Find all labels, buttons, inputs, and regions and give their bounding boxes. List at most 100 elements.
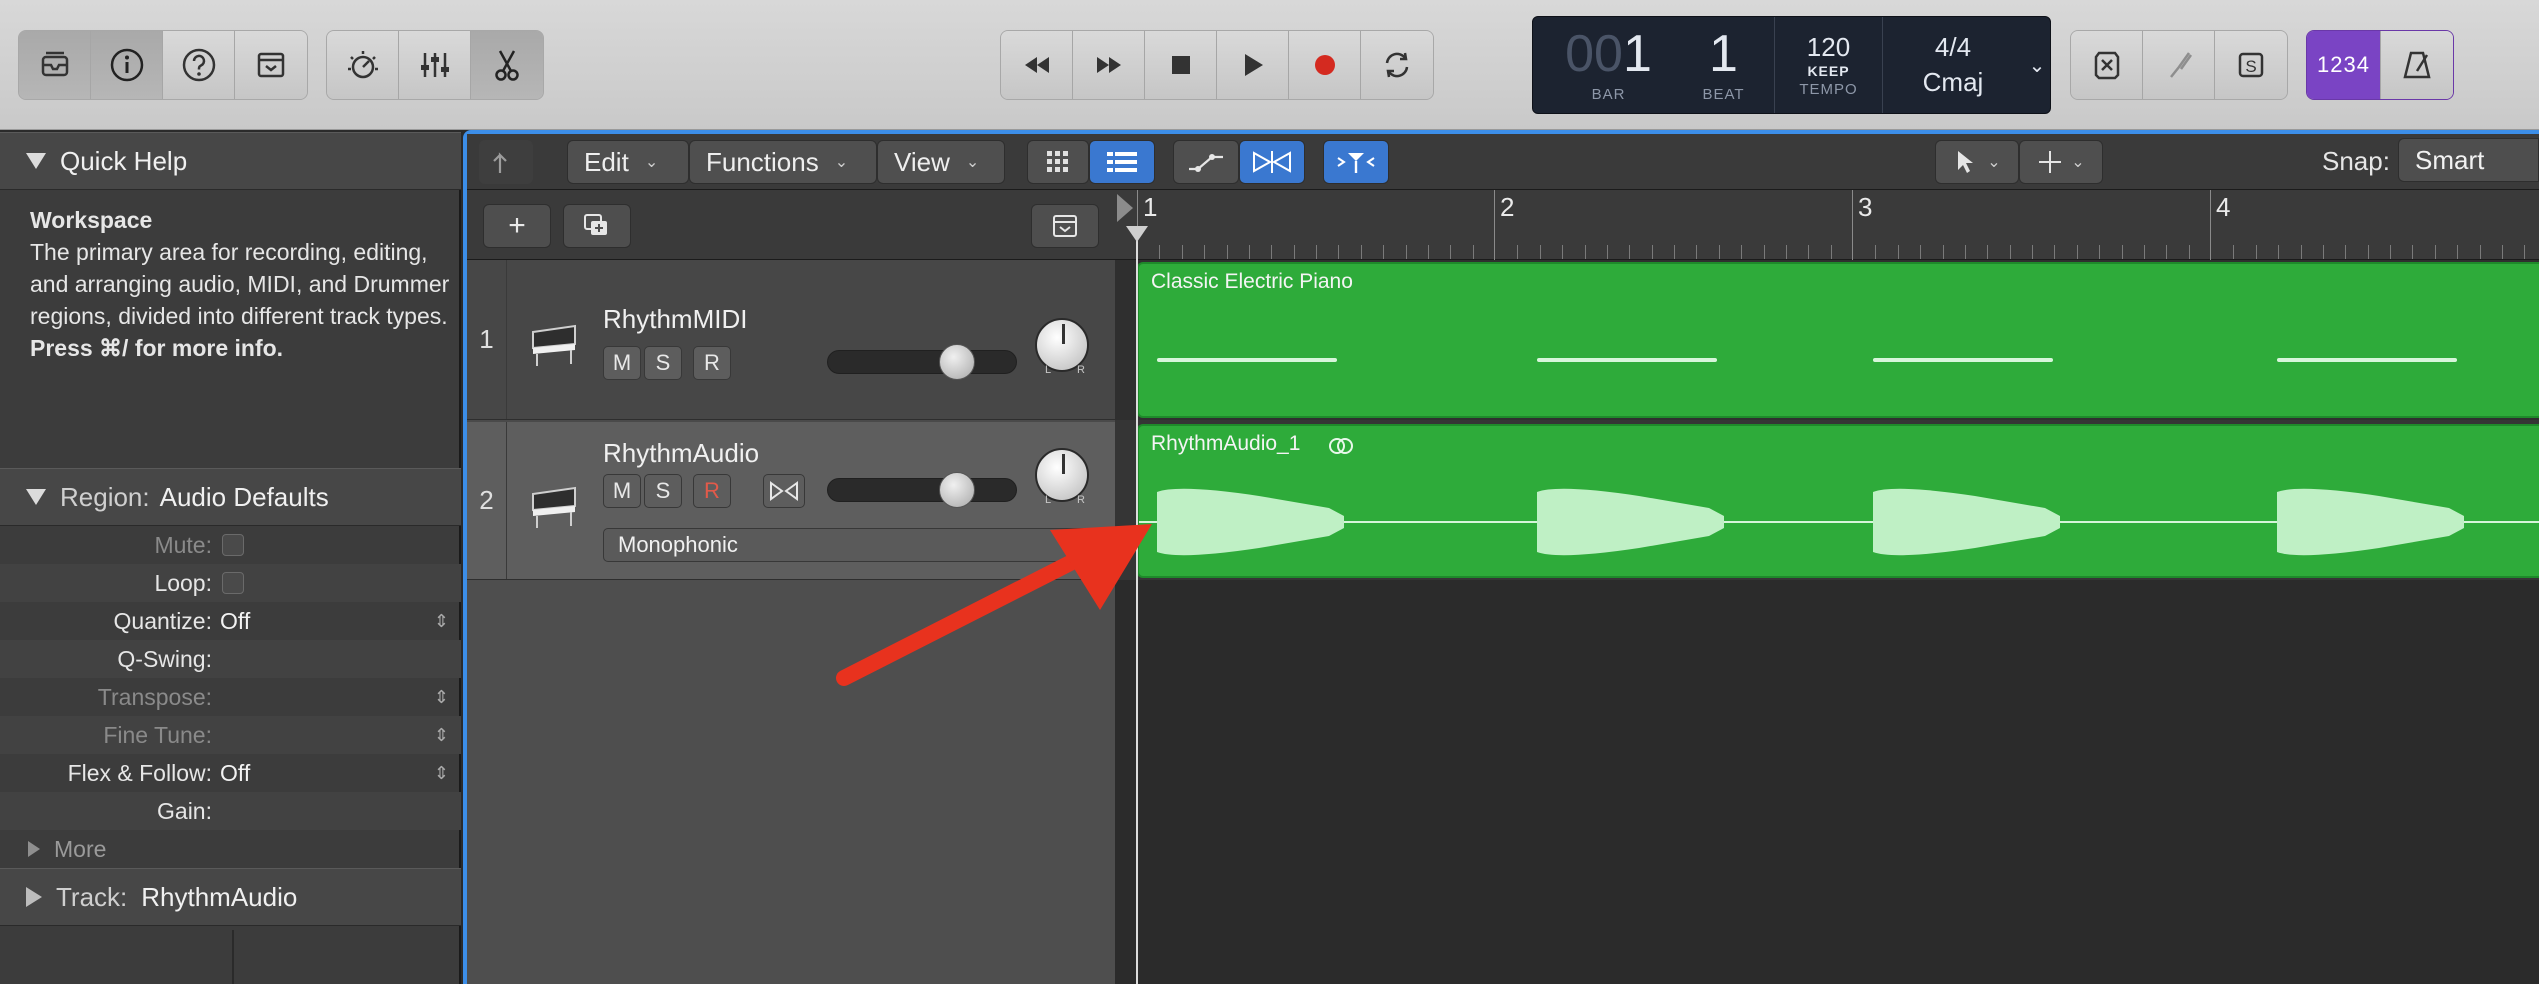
track-header-row[interactable]: 1 RhythmMIDI M S R LR (467, 260, 1115, 420)
param-fine-tune[interactable]: Fine Tune: ⇕ (0, 716, 461, 754)
view-menu[interactable]: View ⌄ (877, 140, 1005, 184)
metronome-button[interactable] (2381, 31, 2453, 99)
toolbar-toggle-button[interactable] (235, 31, 307, 99)
pointer-tool-menu[interactable]: ⌄ (1935, 140, 2019, 184)
mixer-button[interactable] (399, 31, 471, 99)
catch-playhead-button[interactable] (1323, 140, 1389, 184)
flex-follow-value[interactable]: Off (220, 760, 250, 787)
volume-fader-track[interactable] (827, 350, 1017, 374)
ruler-tick (2099, 245, 2101, 259)
bar-number: 3 (1858, 192, 1873, 222)
track-name[interactable]: RhythmAudio (603, 438, 759, 469)
ruler-tick (1808, 245, 1810, 259)
quantize-value[interactable]: Off (220, 608, 250, 635)
param-transpose[interactable]: Transpose: ⇕ (0, 678, 461, 716)
list-view-button[interactable] (1089, 140, 1155, 184)
library-button[interactable] (19, 31, 91, 99)
catch-icon (1337, 153, 1375, 173)
lcd-mode-chevron-icon[interactable]: ⌄ (2022, 16, 2052, 114)
editors-button[interactable] (471, 31, 543, 99)
lcd-tempo[interactable]: 120 KEEP TEMPO (1775, 17, 1883, 113)
midi-note[interactable] (1157, 358, 1337, 362)
annotation-arrow-icon (836, 524, 1152, 686)
volume-fader-knob[interactable] (939, 472, 975, 508)
flex-view-button[interactable] (1239, 140, 1305, 184)
ruler-tick (1584, 245, 1586, 259)
loop-checkbox[interactable] (222, 572, 244, 594)
tuner-button[interactable] (2143, 31, 2215, 99)
ruler-tick (2121, 245, 2123, 259)
record-button[interactable] (1289, 31, 1361, 99)
playhead-handle-icon[interactable] (1126, 226, 1148, 242)
lcd-signature[interactable]: 4/4 Cmaj (1883, 17, 2023, 113)
more-disclosure[interactable]: More (0, 830, 461, 868)
ruler-tick (1338, 245, 1340, 259)
quick-help-button[interactable] (163, 31, 235, 99)
volume-fader-track[interactable] (827, 478, 1017, 502)
duplicate-track-button[interactable] (563, 204, 631, 248)
param-gain[interactable]: Gain: (0, 792, 461, 830)
cycle-button[interactable] (1361, 31, 1433, 99)
updown-chevron-icon[interactable]: ⇕ (434, 763, 449, 784)
electric-piano-icon (532, 324, 576, 366)
quick-help-header[interactable]: Quick Help (0, 132, 461, 190)
ruler-tick (1271, 245, 1273, 259)
mute-button[interactable]: M (603, 474, 641, 508)
record-enable-button[interactable]: R (693, 346, 731, 380)
midi-note[interactable] (1537, 358, 1717, 362)
solo-button[interactable]: S (644, 474, 682, 508)
flex-toggle-button[interactable] (763, 474, 805, 508)
midi-note[interactable] (1873, 358, 2053, 362)
global-tracks-button[interactable] (1031, 204, 1099, 248)
add-track-button[interactable]: + (483, 204, 551, 248)
bar-ruler[interactable]: 1 2 3 4 (1115, 190, 2539, 260)
ruler-tick (1718, 245, 1720, 259)
cycle-locator-icon[interactable] (1117, 194, 1133, 222)
solo-button[interactable]: S (2215, 31, 2287, 99)
ruler-tick (1226, 245, 1228, 259)
automation-button[interactable] (1173, 140, 1239, 184)
audio-region[interactable]: RhythmAudio_1 (1137, 424, 2539, 578)
count-in-button[interactable]: 1234 (2307, 31, 2381, 99)
rewind-button[interactable] (1001, 31, 1073, 99)
stop-button[interactable] (1145, 31, 1217, 99)
record-enable-button[interactable]: R (693, 474, 731, 508)
param-q-swing[interactable]: Q-Swing: (0, 640, 461, 678)
inspector-button[interactable] (91, 31, 163, 99)
play-button[interactable] (1217, 31, 1289, 99)
solo-button[interactable]: S (644, 346, 682, 380)
smart-controls-button[interactable] (327, 31, 399, 99)
edit-menu[interactable]: Edit ⌄ (567, 140, 689, 184)
mute-checkbox[interactable] (222, 534, 244, 556)
param-flex-follow[interactable]: Flex & Follow: Off ⇕ (0, 754, 461, 792)
lcd-beat-label: BEAT (1702, 85, 1745, 103)
lcd-display[interactable]: 001 BAR 1 BEAT 120 KEEP TEMPO 4/4 Cmaj (1532, 16, 2051, 114)
fast-forward-button[interactable] (1073, 31, 1145, 99)
mute-button[interactable]: M (603, 346, 641, 380)
smart-controls-icon (347, 51, 378, 79)
track-name[interactable]: RhythmMIDI (603, 304, 747, 335)
updown-chevron-icon[interactable]: ⇕ (434, 611, 449, 632)
updown-chevron-icon[interactable]: ⇕ (434, 687, 449, 708)
volume-fader-knob[interactable] (939, 344, 975, 380)
ruler-tick (1562, 245, 1564, 259)
pan-right-label: R (1077, 364, 1085, 376)
pan-lr-labels: LR (1037, 364, 1093, 376)
param-quantize[interactable]: Quantize: Off ⇕ (0, 602, 461, 640)
ruler-tick (2412, 245, 2414, 259)
updown-chevron-icon[interactable]: ⇕ (434, 725, 449, 746)
grid-view-button[interactable] (1027, 140, 1089, 184)
ruler-tick (2501, 245, 2503, 259)
pan-left-label: L (1045, 364, 1052, 376)
midi-region[interactable]: Classic Electric Piano (1137, 262, 2539, 418)
midi-note[interactable] (2277, 358, 2457, 362)
replace-button[interactable] (2071, 31, 2143, 99)
workspace-lanes[interactable]: Classic Electric Piano RhythmAudio_1 (1115, 260, 2539, 984)
region-header[interactable]: Region: Audio Defaults (0, 468, 461, 526)
bar-number: 4 (2216, 192, 2231, 222)
back-arrow-button[interactable] (479, 140, 533, 184)
functions-menu[interactable]: Functions ⌄ (689, 140, 877, 184)
secondary-tool-menu[interactable]: ⌄ (2019, 140, 2103, 184)
snap-value-menu[interactable]: Smart (2398, 138, 2539, 182)
track-header[interactable]: Track: RhythmAudio (0, 868, 461, 926)
